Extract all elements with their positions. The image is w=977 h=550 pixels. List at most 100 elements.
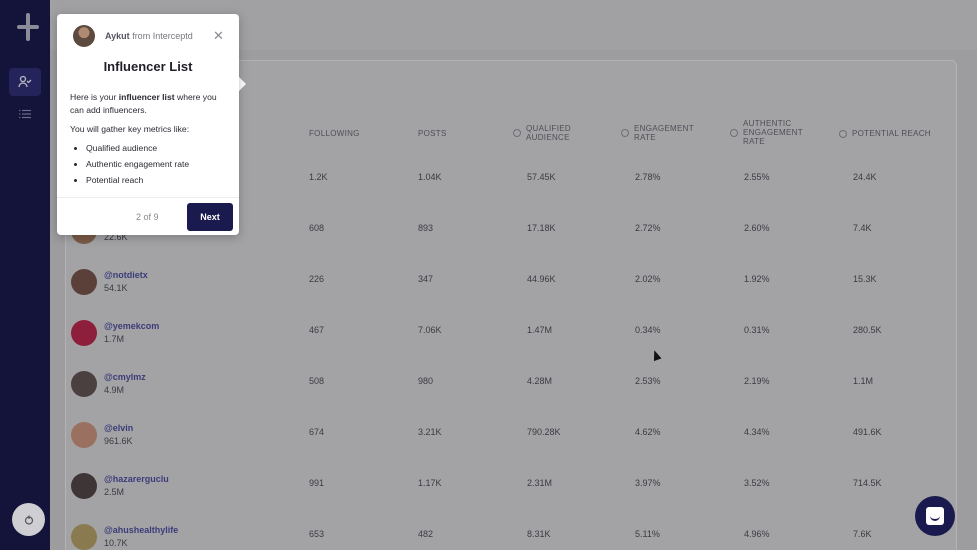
- table-row[interactable]: @notdietx 54.1K 226 347 44.96K 2.02% 1.92% 15.3…: [64, 257, 957, 308]
- cell-engagement: 3.97%: [635, 478, 661, 488]
- follower-count: 2.5M: [104, 487, 125, 497]
- column-header[interactable]: FOLLOWING: [309, 129, 389, 138]
- cell-qualified: 4.28M: [527, 376, 553, 386]
- cell-engagement: 2.78%: [635, 172, 661, 182]
- influencer-handle[interactable]: @ahushealthylife: [104, 525, 178, 535]
- user-menu-button[interactable]: [12, 503, 45, 536]
- cell-following: 674: [309, 427, 325, 437]
- cell-posts: 3.21K: [418, 427, 442, 437]
- list-item: Authentic engagement rate: [86, 158, 230, 171]
- table-row[interactable]: @cmylmz 4.9M 508 980 4.28M 2.53% 2.19% 1.1M: [64, 359, 957, 410]
- chat-icon: [926, 507, 944, 525]
- follower-count: 1.7M: [104, 334, 125, 344]
- table-row[interactable]: @ahushealthylife 10.7K 653 482 8.31K 5.11% 4.9…: [64, 512, 957, 550]
- cell-authentic: 3.52%: [744, 478, 770, 488]
- app-logo[interactable]: [17, 13, 39, 41]
- list-item: Potential reach: [86, 174, 230, 187]
- column-header[interactable]: POSTS: [418, 129, 498, 138]
- cell-authentic: 4.96%: [744, 529, 770, 539]
- cell-posts: 347: [418, 274, 434, 284]
- cell-authentic: 4.34%: [744, 427, 770, 437]
- cell-engagement: 2.72%: [635, 223, 661, 233]
- cell-authentic: 2.19%: [744, 376, 770, 386]
- cell-following: 1.2K: [309, 172, 328, 182]
- follower-count: 961.6K: [104, 436, 133, 446]
- column-header[interactable]: ENGAGEMENT RATE: [621, 124, 716, 142]
- avatar: [71, 320, 97, 346]
- cell-engagement: 2.53%: [635, 376, 661, 386]
- list-item: Qualified audience: [86, 142, 230, 155]
- cell-following: 467: [309, 325, 325, 335]
- cell-posts: 1.04K: [418, 172, 442, 182]
- cell-reach: 15.3K: [853, 274, 877, 284]
- list-icon: [19, 109, 31, 119]
- cell-engagement: 5.11%: [635, 529, 660, 539]
- cell-reach: 280.5K: [853, 325, 882, 335]
- cell-posts: 980: [418, 376, 434, 386]
- cell-reach: 1.1M: [853, 376, 874, 386]
- user-check-icon: [18, 75, 32, 88]
- cell-qualified: 2.31M: [527, 478, 553, 488]
- nav-influencers[interactable]: [9, 68, 41, 96]
- avatar: [71, 371, 97, 397]
- table-row[interactable]: @hazarerguclu 2.5M 991 1.17K 2.31M 3.97% 3.52%…: [64, 461, 957, 512]
- metrics-list: Qualified audience Authentic engagement …: [70, 142, 230, 187]
- tooltip-author: Aykut from Interceptd: [105, 31, 193, 41]
- influencer-handle[interactable]: @elvin: [104, 423, 133, 433]
- table-row[interactable]: @yemekcom 1.7M 467 7.06K 1.47M 0.34% 0.31% 280.…: [64, 308, 957, 359]
- follower-count: 10.7K: [104, 538, 128, 548]
- cell-authentic: 0.31%: [744, 325, 770, 335]
- cell-qualified: 57.45K: [527, 172, 556, 182]
- author-avatar: [73, 25, 95, 47]
- cell-following: 608: [309, 223, 325, 233]
- influencer-handle[interactable]: @hazarerguclu: [104, 474, 169, 484]
- next-button[interactable]: Next: [187, 203, 233, 231]
- close-icon[interactable]: ✕: [213, 28, 224, 44]
- column-header[interactable]: POTENTIAL REACH: [839, 129, 934, 138]
- cell-posts: 482: [418, 529, 434, 539]
- cell-authentic: 1.92%: [744, 274, 770, 284]
- info-icon[interactable]: [513, 129, 521, 137]
- step-counter: 2 of 9: [136, 212, 159, 222]
- cell-posts: 7.06K: [418, 325, 442, 335]
- avatar: [71, 473, 97, 499]
- chat-launcher-button[interactable]: [915, 496, 955, 536]
- cell-following: 991: [309, 478, 325, 488]
- cell-qualified: 8.31K: [527, 529, 551, 539]
- influencer-handle[interactable]: @notdietx: [104, 270, 148, 280]
- tooltip-body: Here is your influencer list where you c…: [70, 91, 230, 190]
- cell-engagement: 0.34%: [635, 325, 661, 335]
- onboarding-tooltip: Aykut from Interceptd ✕ Influencer List …: [57, 14, 239, 235]
- sidebar: [0, 0, 50, 550]
- tooltip-footer: 2 of 9 Next: [57, 197, 239, 235]
- info-icon[interactable]: [621, 129, 629, 137]
- avatar: [71, 422, 97, 448]
- cell-reach: 7.6K: [853, 529, 872, 539]
- column-header[interactable]: AUTHENTIC ENGAGEMENT RATE: [730, 119, 825, 146]
- table-row[interactable]: @elvin 961.6K 674 3.21K 790.28K 4.62% 4.34% 491…: [64, 410, 957, 461]
- follower-count: 4.9M: [104, 385, 125, 395]
- cell-reach: 714.5K: [853, 478, 882, 488]
- follower-count: 54.1K: [104, 283, 128, 293]
- cell-engagement: 2.02%: [635, 274, 661, 284]
- cell-qualified: 17.18K: [527, 223, 556, 233]
- cell-posts: 893: [418, 223, 434, 233]
- avatar: [71, 269, 97, 295]
- cell-posts: 1.17K: [418, 478, 442, 488]
- cell-following: 508: [309, 376, 325, 386]
- cell-reach: 491.6K: [853, 427, 882, 437]
- column-header[interactable]: QUALIFIED AUDIENCE: [513, 124, 608, 142]
- influencer-handle[interactable]: @yemekcom: [104, 321, 159, 331]
- cell-reach: 7.4K: [853, 223, 872, 233]
- cell-qualified: 790.28K: [527, 427, 561, 437]
- power-icon: [24, 515, 33, 525]
- tooltip-title: Influencer List: [103, 59, 193, 74]
- info-icon[interactable]: [839, 129, 847, 138]
- cell-reach: 24.4K: [853, 172, 877, 182]
- avatar: [71, 524, 97, 550]
- cell-authentic: 2.60%: [744, 223, 770, 233]
- cell-authentic: 2.55%: [744, 172, 770, 182]
- info-icon[interactable]: [730, 128, 738, 137]
- influencer-handle[interactable]: @cmylmz: [104, 372, 146, 382]
- nav-lists[interactable]: [9, 100, 41, 128]
